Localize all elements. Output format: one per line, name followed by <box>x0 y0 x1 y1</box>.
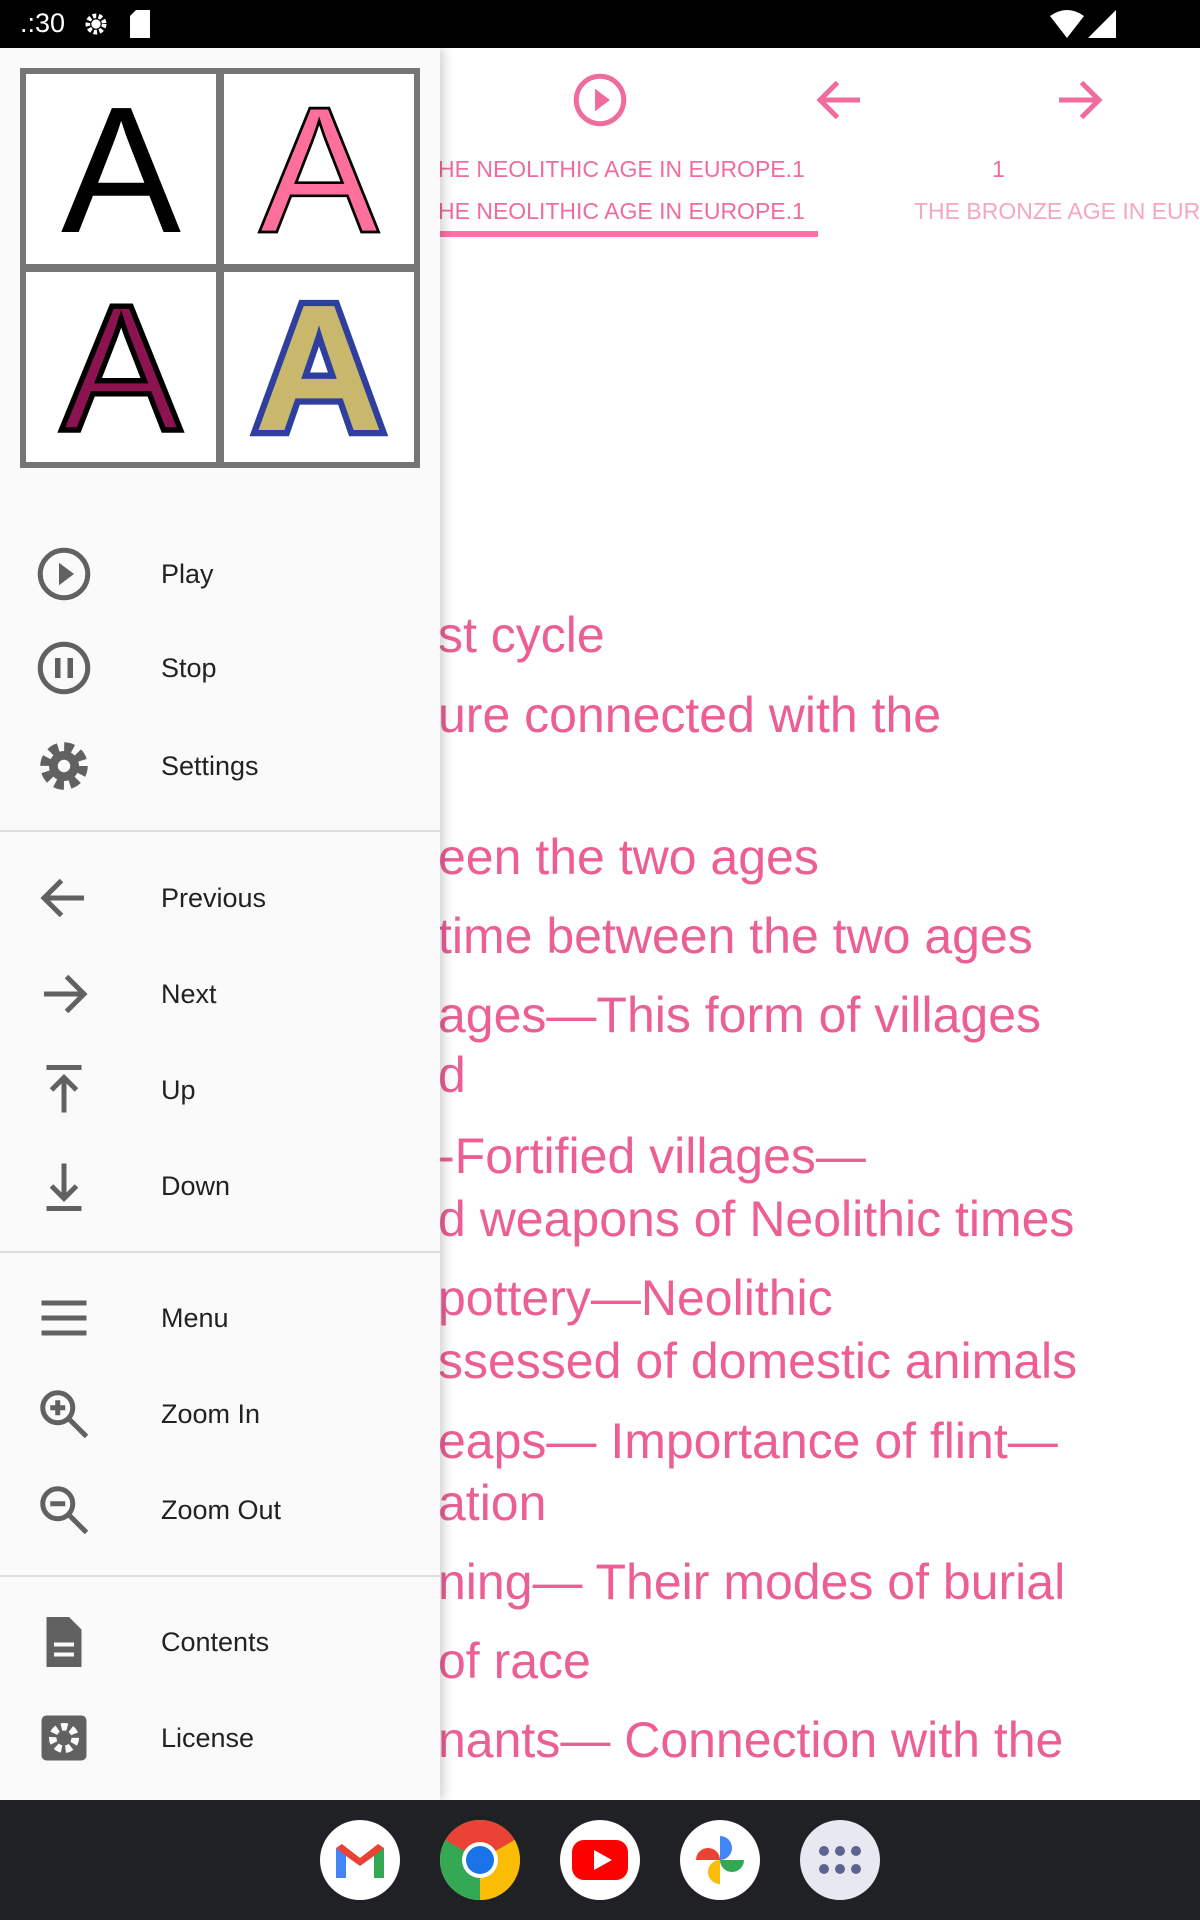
signal-icon <box>1088 10 1116 38</box>
arrow-left-icon <box>40 878 84 918</box>
drawer-item-menu[interactable]: Menu <box>0 1273 440 1363</box>
drawer-item-previous[interactable]: Previous <box>0 853 440 943</box>
document-icon <box>46 1617 82 1667</box>
gmail-icon[interactable] <box>320 1820 400 1900</box>
play-circle-icon <box>37 547 91 601</box>
drawer-item-label: Up <box>161 1074 196 1105</box>
youtube-icon[interactable] <box>560 1820 640 1900</box>
status-bar: .:30 <box>0 0 1200 48</box>
arrow-right-icon <box>44 974 88 1014</box>
drawer-item-settings[interactable]: Settings <box>0 721 440 811</box>
zoom-in-icon <box>40 1390 89 1439</box>
tab-subtitle: THE BRONZE AGE IN EURO <box>914 198 1200 224</box>
theme-tile-black[interactable]: A <box>26 74 216 264</box>
settings-gear-icon <box>85 13 107 35</box>
svg-text:A: A <box>254 277 384 457</box>
text-line: of race <box>438 1633 591 1689</box>
drawer-item-label: Zoom Out <box>161 1494 282 1525</box>
wifi-icon <box>1050 10 1084 38</box>
drawer-item-label: Contents <box>161 1626 270 1657</box>
arrow-up-to-top-icon <box>46 1065 82 1113</box>
gear-icon <box>40 742 88 790</box>
drawer-item-label: Down <box>161 1170 231 1201</box>
text-line: een the two ages <box>438 829 819 885</box>
text-line: d <box>438 1047 466 1103</box>
drawer-item-label: Previous <box>161 882 267 913</box>
drawer-item-zoom-in[interactable]: Zoom In <box>0 1369 440 1459</box>
drawer-item-label: License <box>161 1722 255 1753</box>
arrow-left-icon[interactable] <box>810 70 870 130</box>
drawer-item-contents[interactable]: Contents <box>0 1597 440 1687</box>
text-line: time between the two ages <box>438 908 1033 964</box>
divider <box>0 1251 440 1253</box>
text-line: d weapons of Neolithic times <box>438 1191 1075 1247</box>
drawer-item-label: Zoom In <box>161 1398 261 1429</box>
drawer-item-stop[interactable]: Stop <box>0 623 440 713</box>
menu-icon <box>41 1300 87 1336</box>
text-line: eaps— Importance of flint— <box>438 1413 1058 1469</box>
settings-box-icon <box>41 1715 87 1761</box>
drawer-item-up[interactable]: Up <box>0 1045 440 1135</box>
tab-subtitle: HE NEOLITHIC AGE IN EUROPE.1 <box>438 198 805 224</box>
pause-circle-icon <box>37 641 91 695</box>
text-line: ages—This form of villages <box>438 987 1042 1043</box>
drawer-item-label: Menu <box>161 1302 229 1333</box>
navigation-drawer: A A A A Play Stop Settings Previous Next… <box>0 48 440 1800</box>
drawer-item-label: Next <box>161 978 217 1009</box>
theme-picker: A A A A <box>20 68 420 468</box>
text-line: -Fortified villages— <box>438 1128 866 1184</box>
tab-title: 1 <box>992 156 1005 182</box>
arrow-down-to-bottom-icon <box>46 1163 82 1211</box>
zoom-out-icon <box>40 1486 89 1535</box>
svg-text:A: A <box>61 79 181 259</box>
text-line: ssessed of domestic animals <box>438 1333 1078 1389</box>
chrome-icon[interactable] <box>440 1820 520 1900</box>
photos-icon[interactable] <box>680 1820 760 1900</box>
svg-text:A: A <box>259 79 379 259</box>
svg-text:A: A <box>61 277 181 457</box>
clock: .:30 <box>20 8 66 38</box>
theme-tile-blue[interactable]: A <box>224 272 414 462</box>
drawer-item-play[interactable]: Play <box>0 529 440 619</box>
tab-title: HE NEOLITHIC AGE IN EUROPE.1 <box>438 156 805 182</box>
text-line: nants— Connection with the <box>438 1712 1064 1768</box>
drawer-item-license[interactable]: License <box>0 1693 440 1783</box>
divider <box>0 830 440 832</box>
text-line: ure connected with the <box>438 687 942 743</box>
text-line: st cycle <box>438 607 605 663</box>
dock-bar <box>0 1800 1200 1920</box>
drawer-item-label: Settings <box>161 750 259 781</box>
theme-tile-pink[interactable]: A <box>224 74 414 264</box>
drawer-item-next[interactable]: Next <box>0 949 440 1039</box>
play-icon[interactable] <box>570 70 630 130</box>
arrow-right-icon[interactable] <box>1049 70 1109 130</box>
tab-indicator <box>440 231 818 237</box>
drawer-item-down[interactable]: Down <box>0 1141 440 1231</box>
drawer-item-label: Stop <box>161 652 217 683</box>
text-line: pottery—Neolithic <box>438 1270 833 1326</box>
app-drawer-icon[interactable] <box>800 1820 880 1900</box>
drawer-item-zoom-out[interactable]: Zoom Out <box>0 1465 440 1555</box>
text-line: ation <box>438 1475 547 1531</box>
drawer-item-label: Play <box>161 558 214 589</box>
theme-tile-maroon[interactable]: A <box>26 272 216 462</box>
divider <box>0 1575 440 1577</box>
sd-card-icon <box>130 10 150 38</box>
text-line: ning— Their modes of burial <box>438 1554 1066 1610</box>
